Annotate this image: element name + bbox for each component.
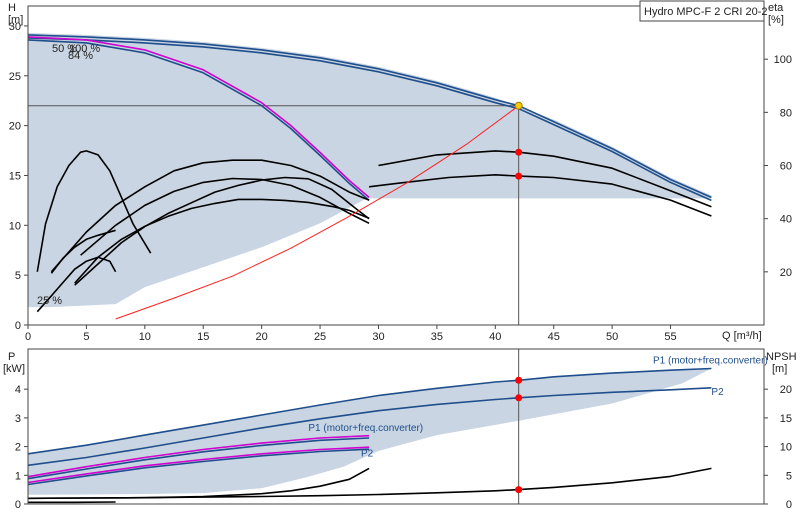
y-left-tick-label: 10 (9, 220, 21, 232)
duty-point-marker (515, 149, 522, 156)
x-tick-label: 50 (606, 331, 618, 343)
y-right-tick-label: 0 (786, 499, 792, 511)
y-left-tick-label: 4 (15, 384, 21, 396)
series-label: P2 (711, 387, 724, 398)
duty-point-marker (515, 173, 522, 180)
y-left-tick-label: 0 (15, 499, 21, 511)
x-tick-label: 10 (139, 331, 151, 343)
eta-axis-title: eta (768, 2, 784, 14)
speed-label-25: 25 % (37, 295, 62, 307)
series-label: P1 (motor+freq.converter) (653, 355, 768, 366)
eta-axis-unit: [%] (768, 14, 784, 26)
y-right-tick-label: 60 (780, 161, 792, 173)
duty-point-marker (515, 102, 522, 109)
y-right-tick-label: 10 (780, 442, 792, 454)
duty-point-marker (515, 486, 522, 493)
chart-title: Hydro MPC-F 2 CRI 20-2 (644, 6, 767, 18)
y-left-tick-label: 25 (9, 71, 21, 83)
y-right-tick-label: 20 (780, 384, 792, 396)
y-left-tick-label: 15 (9, 170, 21, 182)
head-axis-unit: [m] (8, 14, 23, 26)
x-tick-label: 45 (548, 331, 560, 343)
y-right-tick-label: 20 (780, 267, 792, 279)
y-left-tick-label: 2 (15, 442, 21, 454)
duty-point-marker (515, 377, 522, 384)
pump-performance-chart: 0510152025303540455055051015202530204060… (0, 0, 800, 520)
x-tick-label: 5 (83, 331, 89, 343)
x-tick-label: 40 (489, 331, 501, 343)
x-tick-label: 20 (256, 331, 268, 343)
speed-label-84: 84 % (68, 50, 93, 62)
power-axis-unit: [kW] (3, 363, 25, 375)
y-left-tick-label: 0 (15, 320, 21, 332)
y-left-tick-label: 3 (15, 413, 21, 425)
series-label: P1 (motor+freq.converter) (308, 423, 423, 434)
x-tick-label: 25 (314, 331, 326, 343)
y-left-tick-label: 20 (9, 121, 21, 133)
power-axis-title: P (8, 351, 15, 363)
x-tick-label: 0 (25, 331, 31, 343)
y-left-tick-label: 5 (15, 270, 21, 282)
duty-point-marker (515, 394, 522, 401)
y-right-tick-label: 40 (780, 214, 792, 226)
y-right-tick-label: 15 (780, 413, 792, 425)
npsh-axis-unit: [m] (772, 363, 787, 375)
x-tick-label: 15 (197, 331, 209, 343)
flow-axis-title: Q [m³/h] (722, 330, 762, 342)
head-axis-title: H (8, 2, 16, 14)
y-right-tick-label: 5 (786, 470, 792, 482)
npsh-axis-title: NPSH (766, 351, 797, 363)
y-left-tick-label: 1 (15, 470, 21, 482)
x-tick-label: 35 (431, 331, 443, 343)
x-tick-label: 30 (372, 331, 384, 343)
y-right-tick-label: 80 (780, 107, 792, 119)
chart-canvas: 0510152025303540455055051015202530204060… (0, 0, 800, 520)
x-tick-label: 55 (664, 331, 676, 343)
series-label: P2 (361, 449, 374, 460)
y-right-tick-label: 100 (774, 54, 792, 66)
